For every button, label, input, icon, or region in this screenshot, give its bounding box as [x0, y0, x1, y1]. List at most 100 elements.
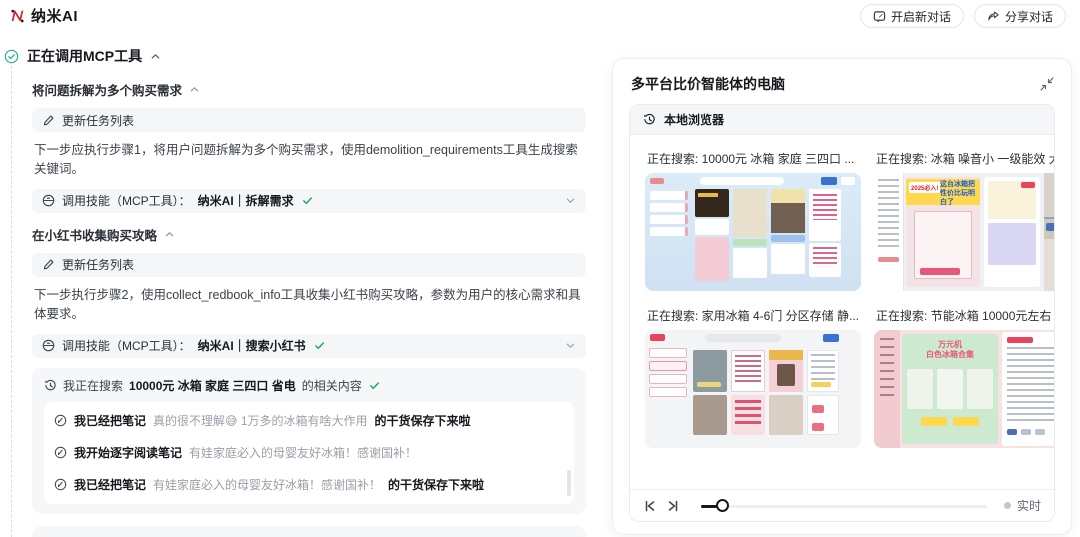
live-dot-icon [1004, 502, 1011, 509]
screenshot-cell: 正在搜索: 10000元 冰箱 家庭 三四口 ... [645, 148, 861, 291]
update-task-bar: 更新任务列表 [32, 108, 586, 132]
app-window: 纳米AI 开启新对话 分享对话 [0, 0, 1080, 537]
screenshot-caption: 正在搜索: 节能冰箱 10000元左右 多口... [876, 307, 1055, 324]
new-chat-label: 开启新对话 [891, 8, 951, 25]
thumb-poster-text: 万元机 白色冰箱合集 [902, 340, 998, 361]
search-progress-card: 我正在搜索 10000元 冰箱 家庭 三四口 省电 的相关内容 我已经把笔记 [32, 368, 586, 514]
note-title: 有娃家庭必入的母婴友好冰箱！感谢国补！ [189, 444, 417, 461]
substep-2-label: 在小红书收集购买攻略 [32, 225, 157, 244]
skill-prefix: 调用技能（MCP工具）： [62, 337, 191, 354]
note-pen-icon [54, 414, 67, 427]
slider-track[interactable] [701, 505, 987, 508]
check-icon [313, 339, 326, 352]
history-search-icon [44, 379, 57, 392]
toolbox-icon [42, 339, 55, 352]
update-task-bar: 更新任务列表 [32, 253, 586, 277]
top-bar: 纳米AI 开启新对话 分享对话 [0, 0, 1080, 34]
step-done-icon [4, 49, 19, 64]
share-chat-label: 分享对话 [1005, 8, 1053, 25]
note-title: 真的很不理解😅 1万多的冰箱有啥大作用 [153, 412, 368, 429]
browser-screenshot-4[interactable]: 万元机 白色冰箱合集 [874, 330, 1055, 448]
step-description: 下一步应执行步骤1，将用户问题拆解为多个购买需求，使用demolition_re… [34, 141, 584, 180]
brand-name: 纳米AI [31, 5, 78, 26]
new-chat-icon [873, 10, 886, 23]
browser-screenshot-3[interactable] [645, 330, 861, 448]
note-title: 有娃家庭必入的母婴友好冰箱！感谢国补！ [153, 476, 381, 493]
substep-1-label: 将问题拆解为多个购买需求 [32, 80, 182, 99]
check-icon [368, 379, 381, 392]
note-tail: 的干货保存下来啦 [388, 476, 484, 493]
update-task-label: 更新任务列表 [62, 256, 134, 273]
skill-prefix: 调用技能（MCP工具）： [62, 192, 191, 209]
screenshot-cell: 正在搜索: 家用冰箱 4-6门 分区存储 静... [645, 305, 861, 448]
search-progress-card: 我正在搜索 冰箱 噪音小 一级能效 大容量 的相关内容 我已经把笔记 适 [32, 526, 586, 537]
share-icon [987, 10, 1000, 23]
history-search-icon [643, 113, 656, 126]
screenshot-caption: 正在搜索: 冰箱 噪音小 一级能效 大容量 [876, 150, 1055, 167]
note-result-row: 我已经把笔记 真的很不理解😅 1万多的冰箱有啥大作用 的干货保存下来啦 [54, 405, 564, 437]
scrollbar-thumb[interactable] [567, 470, 571, 496]
note-pen-icon [54, 478, 67, 491]
skip-to-start-icon[interactable] [643, 499, 657, 513]
computer-panel-title: 多平台比价智能体的电脑 [631, 74, 1039, 94]
viewer-label: 本地浏览器 [664, 111, 724, 128]
pencil-icon [42, 258, 55, 271]
live-toggle[interactable]: 实时 [1004, 497, 1041, 514]
mcp-step-header[interactable]: 正在调用MCP工具 [0, 46, 586, 66]
agent-computer-panel: 多平台比价智能体的电脑 本地浏览器 正在搜索: 10000元 冰箱 家庭 三四口… [612, 58, 1072, 535]
playback-controls: 实时 [630, 489, 1054, 521]
top-actions: 开启新对话 分享对话 [860, 4, 1066, 28]
note-pen-icon [54, 446, 67, 459]
substep-2-heading[interactable]: 在小红书收集购买攻略 [32, 225, 586, 244]
search-card-header: 我正在搜索 10000元 冰箱 家庭 三四口 省电 的相关内容 [44, 377, 574, 394]
note-tail: 的干货保存下来啦 [375, 412, 471, 429]
note-result-list: 我已经把笔记 真的很不理解😅 1万多的冰箱有啥大作用 的干货保存下来啦 我开始逐… [44, 402, 574, 504]
slider-handle[interactable] [716, 499, 729, 512]
step-description: 下一步执行步骤2，使用collect_redbook_info工具收集小红书购买… [34, 286, 584, 325]
thumb-badge-text: 2025必入! [909, 182, 940, 193]
chevron-up-icon[interactable] [164, 229, 175, 240]
screenshot-caption: 正在搜索: 家用冰箱 4-6门 分区存储 静... [647, 307, 859, 324]
steps-timeline: 将问题拆解为多个购买需求 更新任务列表 下一步应执行步骤1，将用户问题拆解为多个… [11, 66, 586, 537]
nano-ai-logo-icon [10, 8, 25, 23]
agent-steps-panel: 正在调用MCP工具 将问题拆解为多个购买需求 更新任务列表 下一步应执行步骤1，… [0, 46, 586, 537]
note-action: 我已经把笔记 [74, 412, 146, 429]
screenshot-grid: 正在搜索: 10000元 冰箱 家庭 三四口 ... [630, 135, 1054, 489]
live-label: 实时 [1017, 497, 1041, 514]
share-chat-button[interactable]: 分享对话 [974, 4, 1066, 28]
note-action: 我开始逐字阅读笔记 [74, 444, 182, 461]
note-result-row: 我已经把笔记 有娃家庭必入的母婴友好冰箱！感谢国补！ 的干货保存下来啦 [54, 469, 564, 501]
note-action: 我已经把笔记 [74, 476, 146, 493]
browser-screenshot-1[interactable] [645, 173, 861, 291]
substep-1-heading[interactable]: 将问题拆解为多个购买需求 [32, 80, 586, 99]
update-task-label: 更新任务列表 [62, 112, 134, 129]
mcp-step-title: 正在调用MCP工具 [27, 46, 142, 66]
new-chat-button[interactable]: 开启新对话 [860, 4, 964, 28]
screenshot-cell: 正在搜索: 冰箱 噪音小 一级能效 大容量 2025必入! 这台冰箱把性价比玩明… [874, 148, 1055, 291]
pencil-icon [42, 114, 55, 127]
chevron-up-icon[interactable] [189, 84, 200, 95]
collapse-panel-icon[interactable] [1039, 76, 1055, 92]
chevron-down-icon[interactable] [565, 195, 576, 206]
local-browser-viewer: 本地浏览器 正在搜索: 10000元 冰箱 家庭 三四口 ... [629, 104, 1055, 522]
chevron-down-icon[interactable] [565, 340, 576, 351]
search-prefix: 我正在搜索 [63, 377, 123, 394]
skill-name: 纳米AI｜搜索小红书 [198, 337, 306, 354]
note-result-row: 我开始逐字阅读笔记 有娃家庭必入的母婴友好冰箱！感谢国补！ [54, 437, 564, 469]
collapse-caret-icon[interactable] [150, 51, 161, 62]
check-icon [301, 194, 314, 207]
brand-logo[interactable]: 纳米AI [10, 5, 78, 26]
browser-screenshot-2[interactable]: 2025必入! 这台冰箱把性价比玩明白了 [874, 173, 1055, 291]
viewer-header: 本地浏览器 [630, 105, 1054, 135]
screenshot-caption: 正在搜索: 10000元 冰箱 家庭 三四口 ... [647, 150, 859, 167]
skip-to-end-icon[interactable] [666, 499, 680, 513]
toolbox-icon [42, 194, 55, 207]
screenshot-cell: 正在搜索: 节能冰箱 10000元左右 多口... 万元机 白色冰箱合集 [874, 305, 1055, 448]
skill-call-bar[interactable]: 调用技能（MCP工具）： 纳米AI｜拆解需求 [32, 189, 586, 213]
thumb-overlay-text: 这台冰箱把性价比玩明白了 [940, 181, 976, 207]
skill-call-bar[interactable]: 调用技能（MCP工具）： 纳米AI｜搜索小红书 [32, 334, 586, 358]
search-query: 10000元 冰箱 家庭 三四口 省电 [129, 377, 296, 394]
search-suffix: 的相关内容 [302, 377, 362, 394]
skill-name: 纳米AI｜拆解需求 [198, 192, 294, 209]
timeline-slider[interactable] [701, 499, 987, 513]
